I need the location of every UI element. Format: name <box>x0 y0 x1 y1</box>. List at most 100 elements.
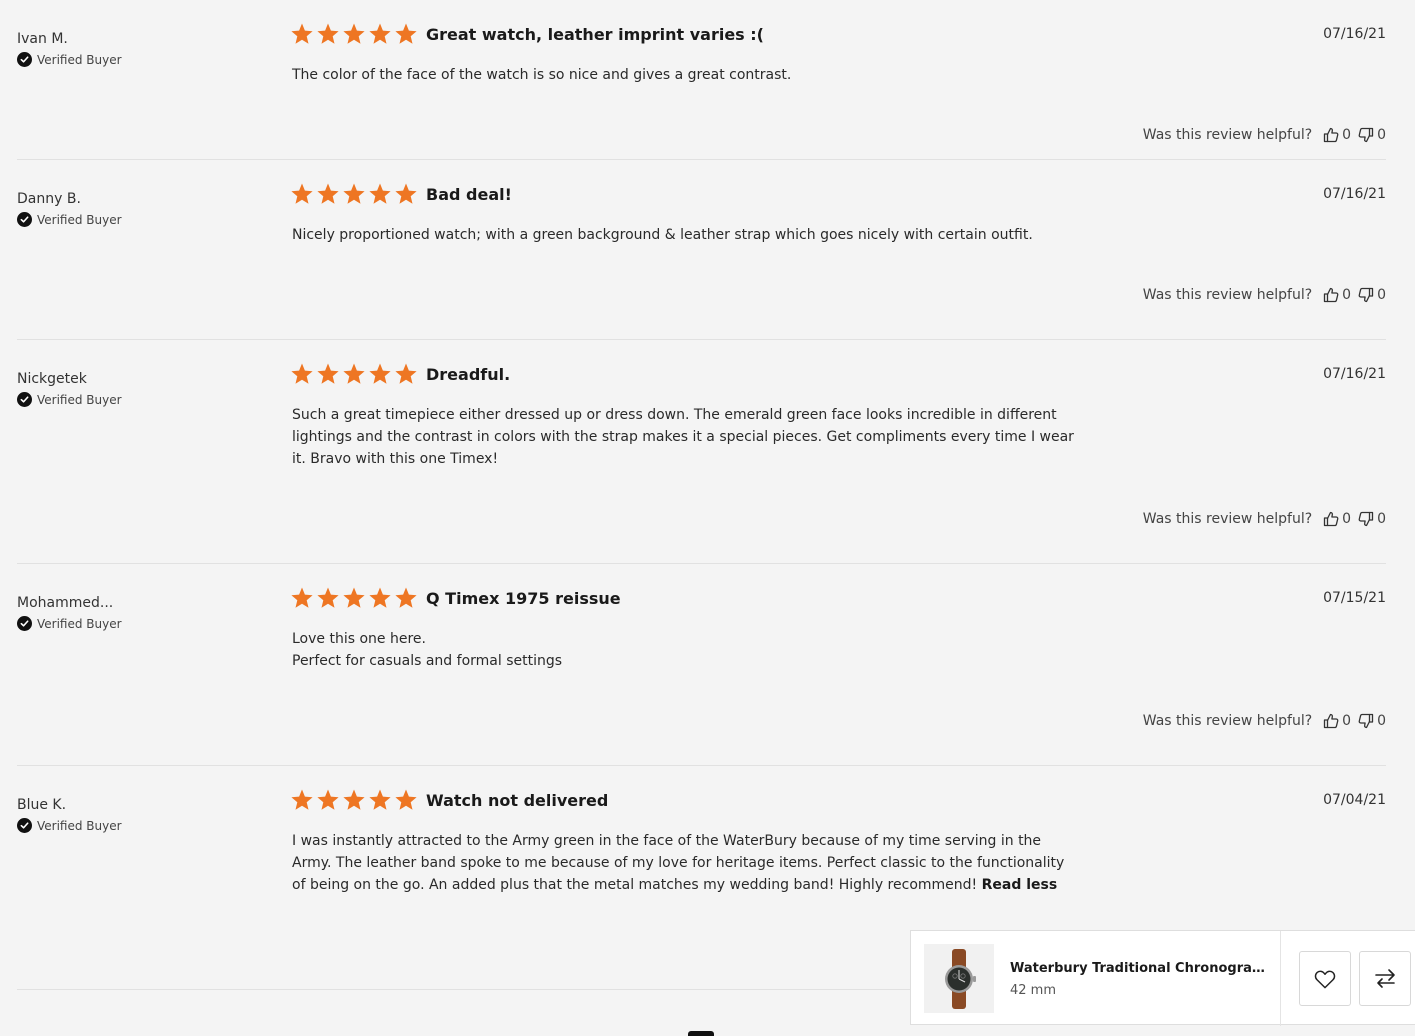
verified-label: Verified Buyer <box>37 616 122 631</box>
downvote-button[interactable]: 0 <box>1358 713 1386 729</box>
review-date: 07/16/21 <box>1323 186 1386 202</box>
check-circle-icon <box>17 392 32 407</box>
review-body-line: I was instantly attracted to the Army gr… <box>292 830 1077 896</box>
star-icon <box>317 587 339 608</box>
upvote-button[interactable]: 0 <box>1323 127 1351 143</box>
verified-label: Verified Buyer <box>37 818 122 833</box>
product-thumbnail[interactable] <box>924 944 994 1013</box>
review-title: Q Timex 1975 reissue <box>426 589 621 608</box>
review-date: 07/16/21 <box>1323 366 1386 382</box>
compare-arrows-icon <box>1375 968 1395 988</box>
helpful-votes: Was this review helpful? 0 0 <box>1143 127 1386 143</box>
thumbs-down-icon <box>1358 713 1374 729</box>
upvote-count: 0 <box>1342 511 1352 527</box>
star-icon <box>317 23 339 44</box>
sticky-product-bar: Waterbury Traditional Chronograph 42mm L… <box>910 930 1415 1026</box>
review-date: 07/04/21 <box>1323 792 1386 808</box>
star-icon <box>291 363 313 384</box>
helpful-votes: Was this review helpful? 0 0 <box>1143 287 1386 303</box>
star-icon <box>291 183 313 204</box>
divider <box>1280 931 1281 1026</box>
helpful-label: Was this review helpful? <box>1142 713 1313 729</box>
read-less-link[interactable]: Read less <box>982 877 1058 893</box>
downvote-button[interactable]: 0 <box>1358 511 1386 527</box>
review-body-line: Love this one here. <box>292 628 1077 650</box>
thumbs-down-icon <box>1358 127 1374 143</box>
review-body: Such a great timepiece either dressed up… <box>292 404 1077 470</box>
upvote-button[interactable]: 0 <box>1323 287 1351 303</box>
check-circle-icon <box>17 818 32 833</box>
upvote-button[interactable]: 0 <box>1323 713 1351 729</box>
star-icon <box>395 363 417 384</box>
reviewer-name: Mohammed... <box>17 595 114 611</box>
thumbs-up-icon <box>1324 511 1339 527</box>
star-icon <box>317 183 339 204</box>
review-text: Such a great timepiece either dressed up… <box>292 407 1074 467</box>
star-icon <box>395 183 417 204</box>
thumbs-down-icon <box>1358 287 1374 303</box>
review-item: Mohammed... Verified Buyer Q Timex 1975 re… <box>17 564 1386 766</box>
reviewer-name: Nickgetek <box>17 371 87 387</box>
upvote-count: 0 <box>1342 287 1352 303</box>
upvote-count: 0 <box>1342 127 1352 143</box>
verified-buyer-badge: Verified Buyer <box>17 52 122 67</box>
upvote-button[interactable]: 0 <box>1323 511 1351 527</box>
star-icon <box>291 789 313 810</box>
review-text: Love this one here. <box>292 631 426 647</box>
star-icon <box>369 363 391 384</box>
helpful-votes: Was this review helpful? 0 0 <box>1143 511 1386 527</box>
downvote-button[interactable]: 0 <box>1358 287 1386 303</box>
verified-label: Verified Buyer <box>37 392 122 407</box>
star-icon <box>369 789 391 810</box>
review-title: Great watch, leather imprint varies :( <box>426 25 764 44</box>
review-body: I was instantly attracted to the Army gr… <box>292 830 1077 896</box>
review-body: The color of the face of the watch is so… <box>292 64 1077 86</box>
upvote-count: 0 <box>1342 713 1352 729</box>
helpful-votes: Was this review helpful? 0 0 <box>1143 713 1386 729</box>
star-icon <box>317 363 339 384</box>
review-text: Perfect for casuals and formal settings <box>292 653 563 669</box>
reviewer-name: Blue K. <box>17 797 67 813</box>
star-icon <box>343 789 365 810</box>
star-icon <box>395 587 417 608</box>
review-text: I was instantly attracted to the Army gr… <box>292 833 1065 893</box>
product-name[interactable]: Waterbury Traditional Chronograph 42mm L… <box>1010 961 1265 976</box>
review-body: Love this one here. Perfect for casuals a… <box>292 628 1077 672</box>
review-body-line: The color of the face of the watch is so… <box>292 64 1077 86</box>
check-circle-icon <box>17 212 32 227</box>
review-body-line: Such a great timepiece either dressed up… <box>292 404 1077 470</box>
review-body-line: Nicely proportioned watch; with a green … <box>292 224 1077 246</box>
review-text: Nicely proportioned watch; with a green … <box>292 227 1033 243</box>
scroll-indicator <box>688 1031 714 1036</box>
product-size: 42 mm <box>1010 983 1057 998</box>
verified-buyer-badge: Verified Buyer <box>17 616 122 631</box>
star-rating <box>290 22 418 46</box>
reviews-list: Ivan M. Verified Buyer Great watch, leathe… <box>0 0 1415 990</box>
review-body: Nicely proportioned watch; with a green … <box>292 224 1077 246</box>
star-icon <box>343 183 365 204</box>
review-title: Bad deal! <box>426 185 512 204</box>
review-body-line: Perfect for casuals and formal settings <box>292 650 1077 672</box>
star-icon <box>369 23 391 44</box>
review-text: The color of the face of the watch is so… <box>292 67 792 83</box>
reviewer-name: Ivan M. <box>17 31 68 47</box>
helpful-label: Was this review helpful? <box>1142 511 1313 527</box>
verified-buyer-badge: Verified Buyer <box>17 392 122 407</box>
review-date: 07/15/21 <box>1323 590 1386 606</box>
thumbs-up-icon <box>1324 287 1339 303</box>
star-icon <box>369 183 391 204</box>
review-item: Danny B. Verified Buyer Bad deal! 07/16/21 N… <box>17 160 1386 340</box>
downvote-button[interactable]: 0 <box>1358 127 1386 143</box>
compare-button[interactable] <box>1359 951 1411 1006</box>
wishlist-button[interactable] <box>1299 951 1351 1006</box>
star-icon <box>343 363 365 384</box>
verified-buyer-badge: Verified Buyer <box>17 212 122 227</box>
reviewer-name: Danny B. <box>17 191 81 207</box>
helpful-label: Was this review helpful? <box>1142 287 1313 303</box>
check-circle-icon <box>17 52 32 67</box>
review-date: 07/16/21 <box>1323 26 1386 42</box>
review-item: Nickgetek Verified Buyer Dreadful. 07/16/21… <box>17 340 1386 564</box>
star-rating <box>290 182 418 206</box>
star-icon <box>317 789 339 810</box>
star-icon <box>343 587 365 608</box>
